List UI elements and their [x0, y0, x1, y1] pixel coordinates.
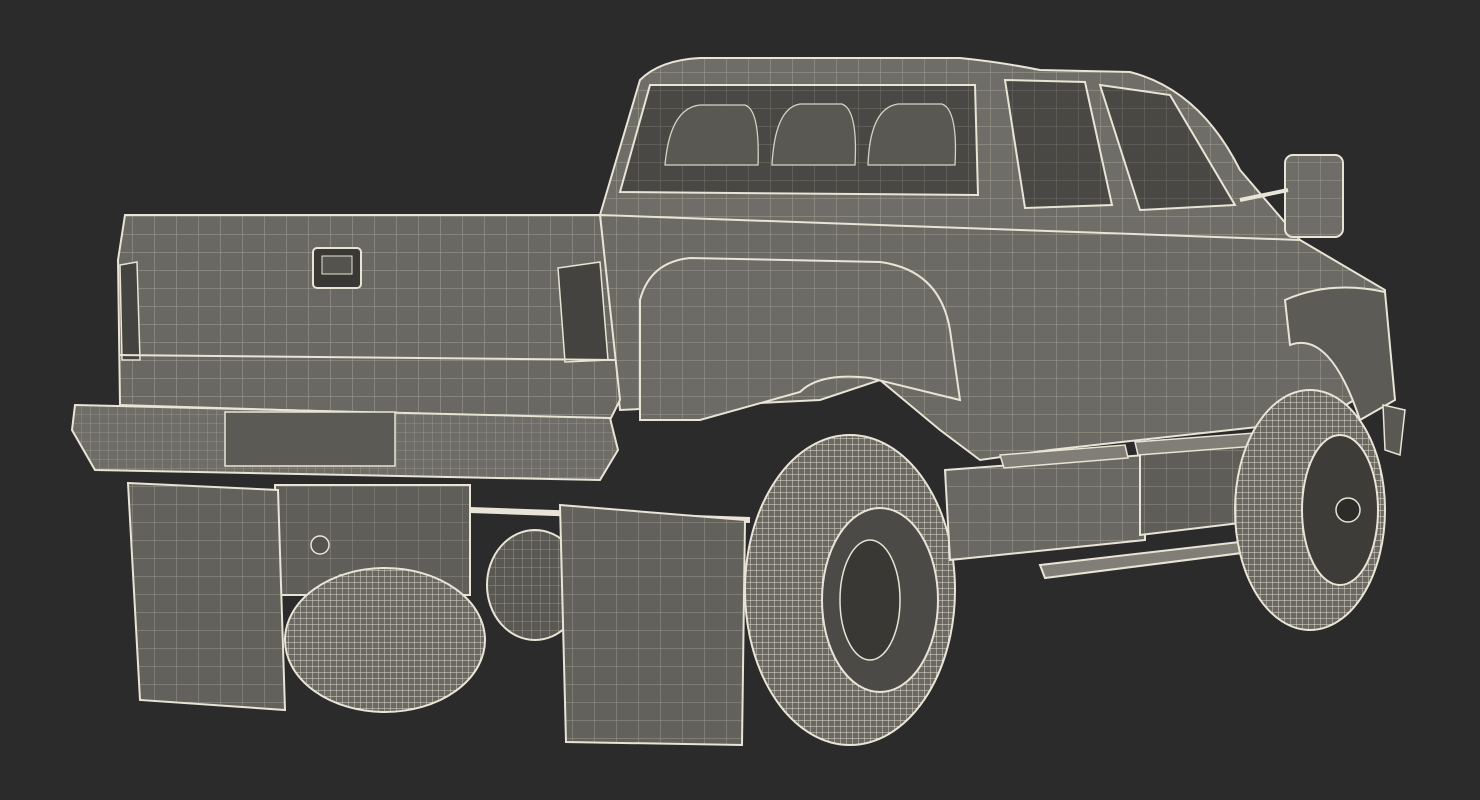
rear-seats [664, 103, 957, 166]
mud-flap-right [558, 503, 747, 747]
render-viewport [0, 0, 1480, 800]
rear-bumper [70, 403, 620, 482]
truck-wireframe-model [70, 57, 1406, 747]
mud-flap-left [126, 481, 287, 712]
front-wheel [1234, 389, 1386, 631]
taillight-left [119, 261, 141, 361]
front-bumper-edge [1382, 404, 1406, 457]
taillight-right [557, 261, 609, 363]
rear-outer-wheel [744, 434, 956, 746]
